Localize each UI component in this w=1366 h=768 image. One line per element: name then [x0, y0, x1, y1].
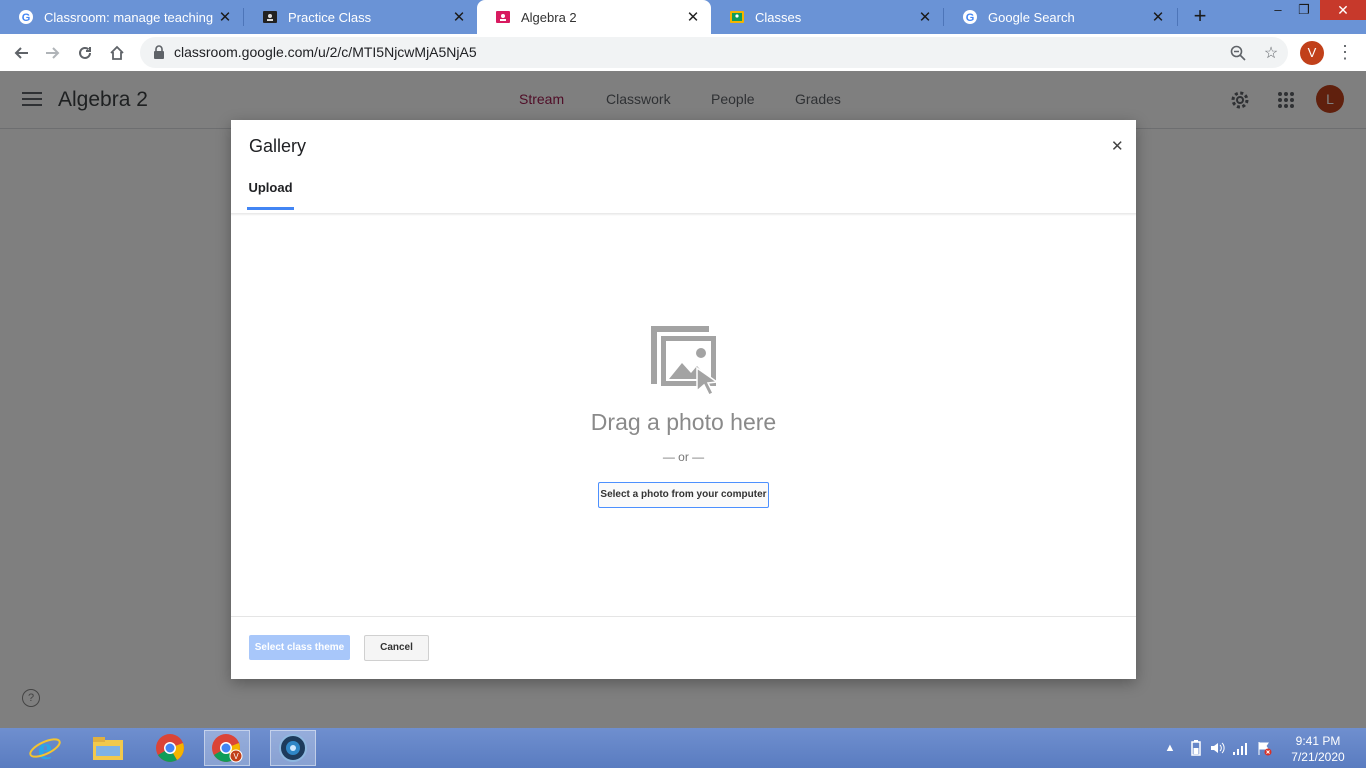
- browser-tab-strip: G Classroom: manage teaching an ✕ Practi…: [0, 0, 1366, 34]
- chrome-profile-icon[interactable]: V: [204, 730, 250, 766]
- back-arrow-icon[interactable]: [8, 40, 34, 66]
- media-app-icon[interactable]: [270, 730, 316, 766]
- close-icon[interactable]: ✕: [1111, 137, 1124, 155]
- new-tab-icon[interactable]: +: [1188, 4, 1212, 30]
- profile-avatar[interactable]: V: [1300, 41, 1324, 65]
- browser-toolbar: classroom.google.com/u/2/c/MTI5NjcwMjA5N…: [0, 34, 1366, 72]
- photo-drop-zone[interactable]: Drag a photo here — or — Select a photo …: [231, 216, 1136, 616]
- chrome-icon[interactable]: [147, 730, 193, 766]
- clock-date: 7/21/2020: [1291, 750, 1345, 764]
- menu-kebab-icon[interactable]: ⋮: [1336, 42, 1354, 64]
- tab-upload[interactable]: Upload: [247, 180, 294, 210]
- tab-separator: [1177, 8, 1178, 26]
- window-close-icon[interactable]: ✕: [1320, 0, 1366, 20]
- battery-icon[interactable]: [1188, 740, 1204, 756]
- internet-explorer-icon[interactable]: e: [22, 730, 68, 766]
- address-bar[interactable]: classroom.google.com/u/2/c/MTI5NjcwMjA5N…: [140, 37, 1288, 68]
- home-icon[interactable]: [104, 40, 130, 66]
- chrome-badge-text: V: [233, 752, 239, 761]
- tab-close-icon[interactable]: ✕: [1150, 8, 1166, 26]
- google-g-icon: G: [962, 9, 978, 25]
- tab-classroom-info[interactable]: G Classroom: manage teaching an ✕: [0, 0, 243, 34]
- show-hidden-icons-icon[interactable]: ▲: [1162, 740, 1178, 756]
- windows-taskbar: e V ▲ 9:41 PM 7/21/2020: [0, 728, 1366, 768]
- tab-close-icon[interactable]: ✕: [917, 8, 933, 26]
- minimize-icon[interactable]: –: [1265, 0, 1291, 22]
- classroom-icon: [262, 9, 278, 25]
- bookmark-star-icon[interactable]: ☆: [1261, 43, 1281, 63]
- tab-title: Google Search: [988, 9, 1075, 25]
- clock-time: 9:41 PM: [1295, 734, 1341, 748]
- network-signal-icon[interactable]: [1232, 740, 1248, 756]
- tab-title: Classes: [755, 9, 802, 25]
- reload-icon[interactable]: [72, 40, 98, 66]
- forward-arrow-icon[interactable]: [40, 40, 66, 66]
- lock-icon: [154, 45, 164, 59]
- zoom-icon[interactable]: [1228, 43, 1248, 63]
- tab-title: Classroom: manage teaching an: [44, 9, 217, 25]
- gallery-dialog: Gallery ✕ Upload Drag a photo here — or …: [231, 120, 1136, 679]
- tab-close-icon[interactable]: ✕: [451, 8, 467, 26]
- volume-icon[interactable]: [1209, 740, 1225, 756]
- url-text: classroom.google.com/u/2/c/MTI5NjcwMjA5N…: [174, 44, 477, 60]
- restore-icon[interactable]: ❐: [1291, 0, 1317, 22]
- tab-practice-class[interactable]: Practice Class ✕: [244, 0, 477, 34]
- drag-photo-text: Drag a photo here: [590, 409, 777, 435]
- action-center-flag-icon[interactable]: [1256, 740, 1272, 756]
- svg-text:G: G: [966, 12, 975, 24]
- or-divider-text: — or —: [662, 450, 705, 464]
- classroom-icon: [495, 9, 511, 25]
- photo-upload-icon: [651, 326, 719, 397]
- svg-text:G: G: [22, 12, 31, 24]
- svg-text:e: e: [38, 732, 52, 764]
- tab-google-search[interactable]: G Google Search ✕: [944, 0, 1176, 34]
- classroom-icon: [729, 9, 745, 25]
- google-g-icon: G: [18, 9, 34, 25]
- tab-title: Practice Class: [288, 9, 372, 25]
- select-photo-button[interactable]: Select a photo from your computer: [598, 482, 769, 508]
- tab-close-icon[interactable]: ✕: [685, 8, 701, 26]
- tab-close-icon[interactable]: ✕: [217, 8, 233, 26]
- dialog-title: Gallery: [249, 136, 307, 156]
- tab-title: Algebra 2: [521, 9, 577, 25]
- cancel-button[interactable]: Cancel: [364, 635, 429, 661]
- footer-divider: [231, 616, 1136, 617]
- tab-classes[interactable]: Classes ✕: [711, 0, 943, 34]
- system-clock[interactable]: 9:41 PM 7/21/2020: [1284, 733, 1352, 765]
- select-class-theme-button[interactable]: Select class theme: [249, 635, 350, 660]
- file-explorer-icon[interactable]: [85, 730, 131, 766]
- tab-algebra-2[interactable]: Algebra 2 ✕: [477, 0, 711, 34]
